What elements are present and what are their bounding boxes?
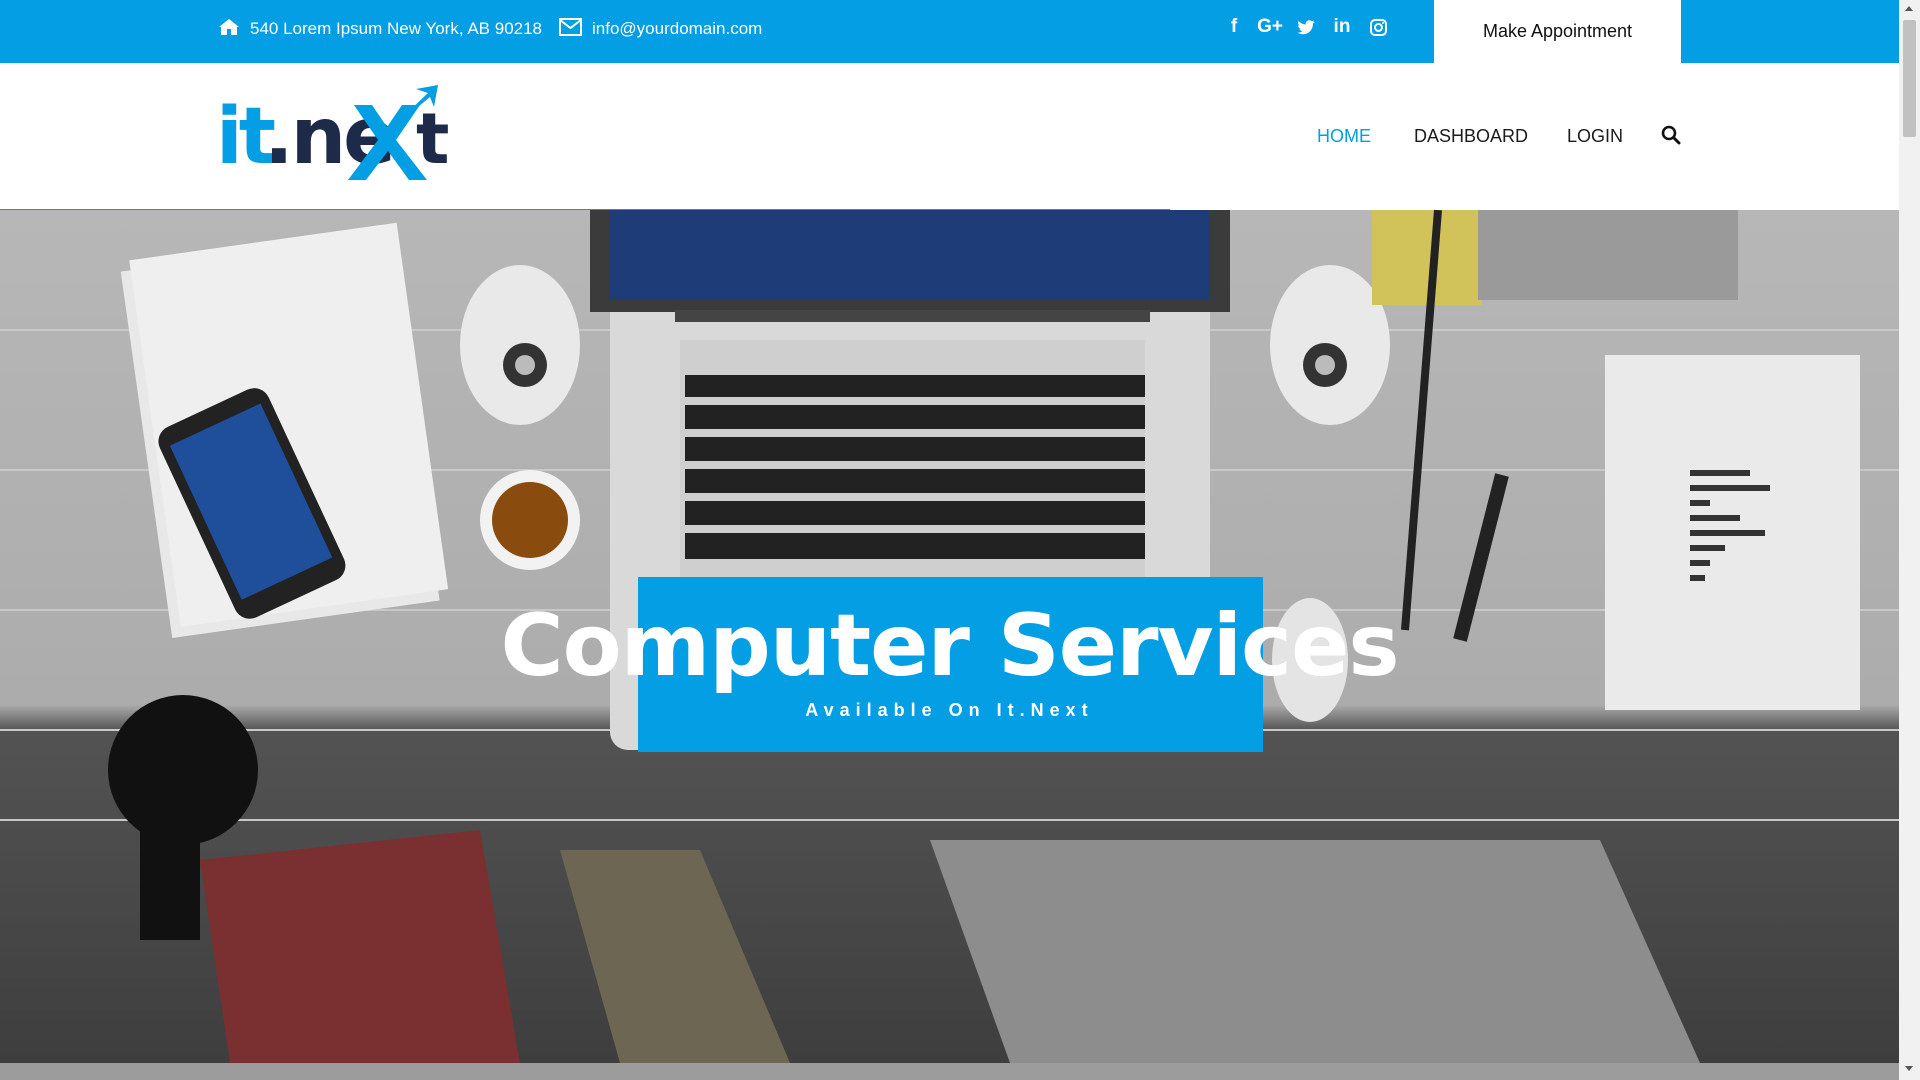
twitter-icon[interactable] bbox=[1288, 12, 1324, 42]
nav-dashboard[interactable]: DASHBOARD bbox=[1414, 63, 1528, 210]
nav-home[interactable]: HOME bbox=[1317, 63, 1371, 210]
site-logo[interactable]: it .ne t bbox=[216, 85, 461, 193]
make-appointment-button[interactable]: Make Appointment bbox=[1434, 0, 1681, 63]
scroll-down-arrow-icon[interactable] bbox=[1905, 1066, 1913, 1071]
nav-login[interactable]: LOGIN bbox=[1567, 63, 1623, 210]
envelope-icon bbox=[559, 17, 592, 41]
email-info[interactable]: info@yourdomain.com bbox=[559, 0, 762, 58]
email-text[interactable]: info@yourdomain.com bbox=[592, 19, 762, 39]
hero-slider: Computer Services Available On It.Next bbox=[0, 210, 1899, 1063]
nav-home-link[interactable]: HOME bbox=[1317, 126, 1371, 147]
svg-text:t: t bbox=[416, 98, 449, 180]
google-plus-icon[interactable]: G+ bbox=[1252, 12, 1288, 42]
site-header: it .ne t HOME DASHBOARD LOGIN bbox=[0, 63, 1899, 210]
address-info: 540 Lorem Ipsum New York, AB 90218 bbox=[218, 0, 542, 58]
top-bar: 540 Lorem Ipsum New York, AB 90218 info@… bbox=[0, 0, 1899, 63]
search-icon[interactable] bbox=[1661, 125, 1681, 150]
social-links: f G+ in bbox=[1216, 12, 1396, 42]
hero-title: Computer Services bbox=[500, 596, 1399, 696]
scroll-up-arrow-icon[interactable] bbox=[1905, 6, 1913, 11]
nav-login-link[interactable]: LOGIN bbox=[1567, 126, 1623, 147]
scrollbar-thumb[interactable] bbox=[1903, 20, 1916, 137]
linkedin-icon[interactable]: in bbox=[1324, 12, 1360, 42]
facebook-icon[interactable]: f bbox=[1216, 12, 1252, 42]
home-icon bbox=[218, 18, 250, 41]
hero-subtitle: Available On It.Next bbox=[805, 700, 1094, 720]
address-text: 540 Lorem Ipsum New York, AB 90218 bbox=[250, 19, 543, 38]
instagram-icon[interactable] bbox=[1360, 12, 1396, 42]
section-divider bbox=[0, 1063, 1899, 1080]
nav-dashboard-link[interactable]: DASHBOARD bbox=[1414, 126, 1528, 147]
page-scrollbar[interactable] bbox=[1899, 0, 1920, 1080]
